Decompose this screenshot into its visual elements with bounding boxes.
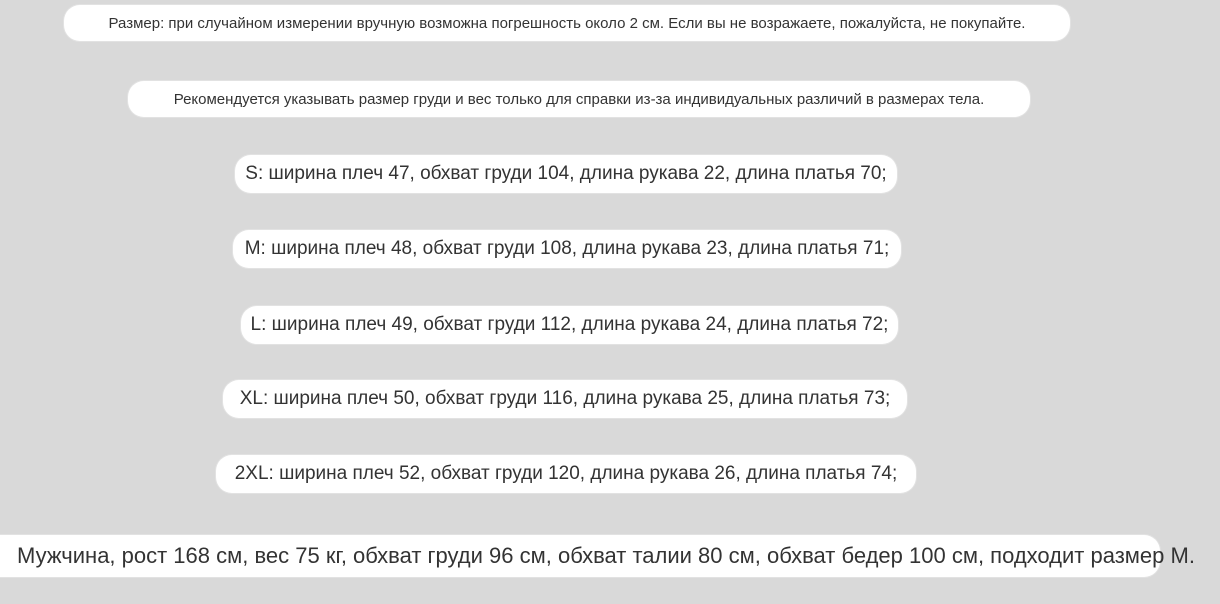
size-row-text: 2XL: ширина плеч 52, обхват груди 120, д…: [234, 463, 898, 484]
size-row-text: S: ширина плеч 47, обхват груди 104, дли…: [245, 163, 887, 184]
size-row-text: M: ширина плеч 48, обхват груди 108, дли…: [244, 238, 890, 259]
model-fit-note: Мужчина, рост 168 см, вес 75 кг, обхват …: [0, 535, 1195, 577]
measurement-notice-text: Размер: при случайном измерении вручную …: [108, 14, 1026, 32]
reference-recommendation-text: Рекомендуется указывать размер груди и в…: [173, 90, 985, 108]
size-row-m: M: ширина плеч 48, обхват груди 108, дли…: [233, 230, 901, 268]
size-row-s: S: ширина плеч 47, обхват груди 104, дли…: [235, 155, 897, 193]
size-row-text: XL: ширина плеч 50, обхват груди 116, дл…: [239, 388, 891, 409]
size-row-text: L: ширина плеч 49, обхват груди 112, дли…: [250, 314, 889, 335]
size-row-xl: XL: ширина плеч 50, обхват груди 116, дл…: [223, 380, 907, 418]
size-row-l: L: ширина плеч 49, обхват груди 112, дли…: [241, 306, 898, 344]
measurement-notice: Размер: при случайном измерении вручную …: [64, 5, 1070, 41]
model-fit-note-text: Мужчина, рост 168 см, вес 75 кг, обхват …: [17, 543, 1195, 568]
size-row-2xl: 2XL: ширина плеч 52, обхват груди 120, д…: [216, 455, 916, 493]
reference-recommendation: Рекомендуется указывать размер груди и в…: [128, 81, 1030, 117]
